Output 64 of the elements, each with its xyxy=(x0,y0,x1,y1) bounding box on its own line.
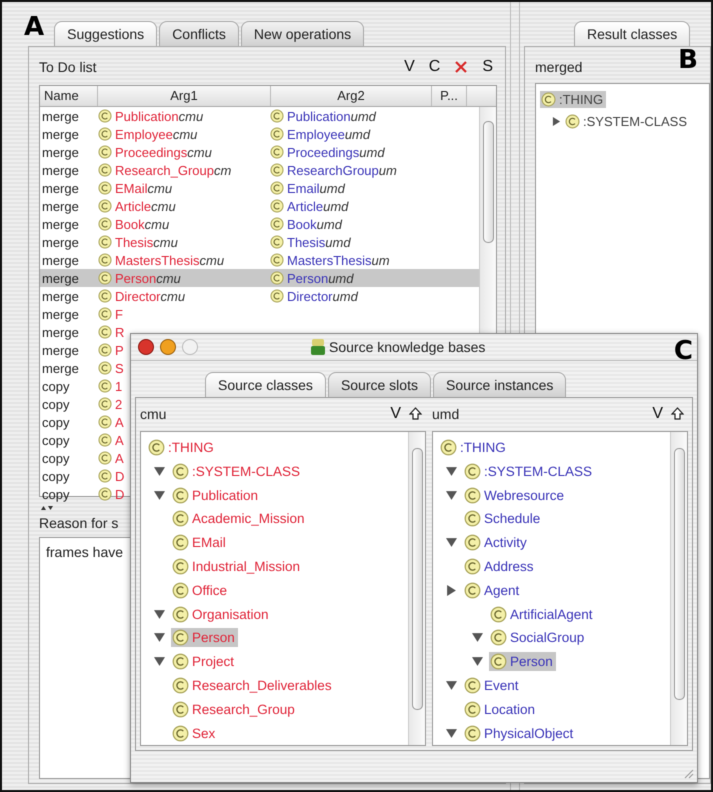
class-label: Research_Groupcm xyxy=(115,162,232,178)
class-label: EMailcmu xyxy=(115,180,172,196)
class-label: Directorcmu xyxy=(115,288,186,304)
table-cell-text: merge xyxy=(41,108,80,124)
table-cell-text: merge xyxy=(41,342,80,358)
table-cell-text: copy xyxy=(41,450,70,466)
table-cell-text: merge xyxy=(41,180,80,196)
table-cell-text: merge xyxy=(41,144,80,160)
class-label: Publicationumd xyxy=(287,108,376,124)
class-label: Employeecmu xyxy=(115,126,198,142)
class-label: 2 xyxy=(115,396,122,412)
class-label: Proceedingsumd xyxy=(287,144,385,160)
table-cell-text: copy xyxy=(41,396,70,412)
table-cell-text: merge xyxy=(41,198,80,214)
class-label: Directorumd xyxy=(287,288,358,304)
class-label: A xyxy=(115,450,124,466)
class-label: Personumd xyxy=(287,270,354,286)
class-label: A xyxy=(115,414,124,430)
class-label: P xyxy=(115,342,124,358)
table-cell-text: merge xyxy=(41,270,80,286)
table-cell-text: merge xyxy=(41,234,80,250)
class-label: Bookcmu xyxy=(115,216,170,232)
table-cell-text: copy xyxy=(41,468,70,484)
table-cell-text: merge xyxy=(41,252,80,268)
table-cell-text: merge xyxy=(41,324,80,340)
class-label: Publicationcmu xyxy=(115,108,204,124)
table-cell-text: merge xyxy=(41,360,80,376)
class-label: Employeeumd xyxy=(287,126,370,142)
class-label: R xyxy=(115,324,124,340)
class-label: MastersThesisum xyxy=(287,252,390,268)
table-cell-text: copy xyxy=(41,486,70,502)
section-title: merged xyxy=(535,59,582,75)
reason-label: Reason for s xyxy=(39,515,118,531)
class-label: F xyxy=(115,306,123,322)
pane-title: cmu xyxy=(140,406,168,422)
table-cell-text: merge xyxy=(41,126,80,142)
table-cell-text: copy xyxy=(41,378,70,394)
class-label: D xyxy=(115,486,124,502)
class-label: 1 xyxy=(115,378,122,394)
class-label: Thesisumd xyxy=(287,234,351,250)
panel-letter: A xyxy=(24,14,44,40)
class-label: Proceedingscmu xyxy=(115,144,212,160)
class-label: S xyxy=(115,360,124,376)
class-label: Personcmu xyxy=(115,270,181,286)
panel-letter: B xyxy=(678,47,698,73)
class-label: MastersThesiscmu xyxy=(115,252,224,268)
class-label: Articlecmu xyxy=(115,198,176,214)
class-label: Emailumd xyxy=(287,180,345,196)
pane-title: umd xyxy=(432,406,460,422)
class-label: Thesiscmu xyxy=(115,234,178,250)
panel-letter: C xyxy=(674,338,693,364)
table-cell-text: copy xyxy=(41,414,70,430)
class-label: Bookumd xyxy=(287,216,342,232)
class-label: A xyxy=(115,432,124,448)
table-cell-text: merge xyxy=(41,288,80,304)
class-label: Articleumd xyxy=(287,198,348,214)
table-cell-text: merge xyxy=(41,216,80,232)
section-title: To Do list xyxy=(39,59,97,75)
table-cell-text: merge xyxy=(41,306,80,322)
table-cell-text: copy xyxy=(41,432,70,448)
window-title: Source knowledge bases xyxy=(329,339,486,355)
class-label: D xyxy=(115,468,124,484)
class-label: ResearchGroupum xyxy=(287,162,397,178)
table-cell-text: merge xyxy=(41,162,80,178)
